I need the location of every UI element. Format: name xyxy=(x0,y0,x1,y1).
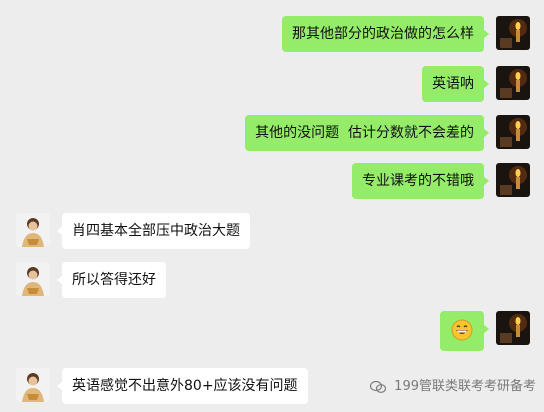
message-bubble[interactable]: 英语呐 xyxy=(422,66,489,102)
avatar[interactable] xyxy=(496,16,530,50)
avatar-candle-image xyxy=(496,311,530,345)
message-row: 英语呐 xyxy=(0,66,544,106)
avatar[interactable] xyxy=(496,115,530,149)
avatar-candle-image xyxy=(496,115,530,149)
avatar[interactable] xyxy=(496,311,530,345)
avatar[interactable] xyxy=(496,163,530,197)
avatar-person-image xyxy=(16,213,50,247)
message-row: 那其他部分的政治做的怎么样 xyxy=(0,16,544,56)
avatar-candle-image xyxy=(496,163,530,197)
avatar[interactable] xyxy=(496,66,530,100)
avatar[interactable] xyxy=(16,213,50,247)
message-row: 专业课考的不错哦 xyxy=(0,163,544,203)
emoji-message-bubble[interactable] xyxy=(440,311,489,351)
message-bubble[interactable]: 肖四基本全部压中政治大题 xyxy=(57,213,250,249)
message-bubble[interactable]: 其他的没问题 估计分数就不会差的 xyxy=(245,115,489,151)
message-row: 其他的没问题 估计分数就不会差的 xyxy=(0,115,544,155)
message-bubble[interactable]: 所以答得还好 xyxy=(57,262,166,298)
message-bubble[interactable]: 那其他部分的政治做的怎么样 xyxy=(282,16,489,52)
message-row xyxy=(0,311,544,351)
grinning-face-emoji-icon xyxy=(451,319,473,341)
avatar-candle-image xyxy=(496,66,530,100)
watermark: 199管联类联考考研备考 xyxy=(370,376,536,398)
message-bubble[interactable]: 英语感觉不出意外80+应该没有问题 xyxy=(57,368,308,404)
avatar-candle-image xyxy=(496,16,530,50)
wechat-official-icon xyxy=(370,380,387,393)
avatar-person-image xyxy=(16,368,50,402)
avatar[interactable] xyxy=(16,262,50,296)
message-row: 肖四基本全部压中政治大题 xyxy=(0,213,544,253)
message-row: 所以答得还好 xyxy=(0,262,544,302)
avatar[interactable] xyxy=(16,368,50,402)
message-bubble[interactable]: 专业课考的不错哦 xyxy=(352,163,489,199)
avatar-person-image xyxy=(16,262,50,296)
watermark-text: 199管联类联考考研备考 xyxy=(394,379,536,394)
